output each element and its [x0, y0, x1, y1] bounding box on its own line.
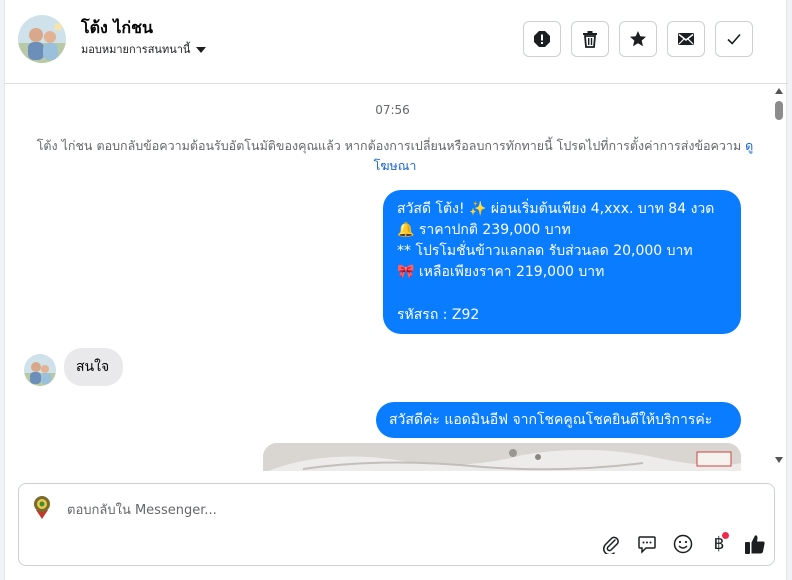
chevron-down-icon	[196, 46, 207, 53]
emoji-icon	[673, 534, 693, 554]
outgoing-message[interactable]: สวัสดี โต้ง! ✨ ผ่อนเริ่มต้นเพียง 4,xxx. …	[383, 190, 741, 334]
scroll-up-arrow[interactable]	[775, 88, 783, 94]
message-scrollbar[interactable]	[773, 85, 785, 471]
notice-text: โต้ง ไก่ชน ตอบกลับข้อความต้อนรับอัตโนมัต…	[36, 138, 742, 153]
star-button[interactable]	[619, 21, 657, 57]
emoji-button[interactable]	[671, 532, 695, 556]
star-icon	[630, 31, 646, 47]
conversation-header: โต้ง ไก่ชน มอบหมายการสนทนานี้	[5, 0, 788, 84]
assign-label: มอบหมายการสนทนานี้	[81, 43, 191, 56]
mail-icon	[678, 33, 694, 45]
contact-avatar-small[interactable]	[24, 354, 56, 386]
contact-name[interactable]: โต้ง ไก่ชน	[81, 16, 153, 41]
chat-bubble-icon	[638, 536, 656, 554]
auto-reply-notice: โต้ง ไก่ชน ตอบกลับข้อความต้อนรับอัตโนมัต…	[35, 136, 755, 176]
mark-spam-button[interactable]	[523, 21, 561, 57]
saved-replies-button[interactable]	[635, 532, 659, 556]
message-timestamp: 07:56	[375, 103, 410, 117]
image-attachment[interactable]	[263, 443, 741, 471]
reply-composer: ตอบกลับใน Messenger... ฿	[18, 483, 775, 566]
thumbs-up-icon	[745, 535, 765, 554]
check-icon	[727, 33, 741, 45]
delete-button[interactable]	[571, 21, 609, 57]
alert-icon	[534, 31, 550, 47]
incoming-message[interactable]: สนใจ	[64, 348, 123, 386]
scroll-thumb[interactable]	[775, 101, 783, 120]
message-line: สวัสดี โต้ง! ✨ ผ่อนเริ่มต้นเพียง 4,xxx. …	[397, 201, 715, 217]
attach-button[interactable]	[599, 532, 623, 556]
notification-dot	[722, 532, 729, 539]
message-list[interactable]: 07:56 โต้ง ไก่ชน ตอบกลับข้อความต้อนรับอั…	[5, 85, 788, 471]
outgoing-message[interactable]: สวัสดีค่ะ แอดมินอีฟ จากโชคคูณโชคยินดีให้…	[376, 402, 741, 438]
scroll-down-arrow[interactable]	[775, 457, 783, 463]
message-line: 🎀 เหลือเพียงราคา 219,000 บาท	[397, 264, 605, 280]
trash-icon	[583, 31, 597, 48]
mark-unread-button[interactable]	[667, 21, 705, 57]
assign-conversation-dropdown[interactable]: มอบหมายการสนทนานี้	[81, 40, 207, 58]
message-line: รหัสรถ : Z92	[397, 307, 480, 323]
message-line: ** โปรโมชั่นข้าวแลกลด รับส่วนลด 20,000 บ…	[397, 243, 693, 259]
page-avatar	[28, 492, 56, 520]
paperclip-icon	[603, 536, 619, 554]
contact-avatar[interactable]	[18, 15, 66, 63]
mark-done-button[interactable]	[715, 21, 753, 57]
reply-input[interactable]: ตอบกลับใน Messenger...	[67, 499, 217, 520]
conversation-panel: โต้ง ไก่ชน มอบหมายการสนทนานี้ 07:56 โต้ง…	[4, 0, 788, 580]
payment-button[interactable]: ฿	[707, 532, 731, 556]
send-like-button[interactable]	[743, 532, 767, 556]
message-line: 🔔 ราคาปกติ 239,000 บาท	[397, 222, 571, 238]
